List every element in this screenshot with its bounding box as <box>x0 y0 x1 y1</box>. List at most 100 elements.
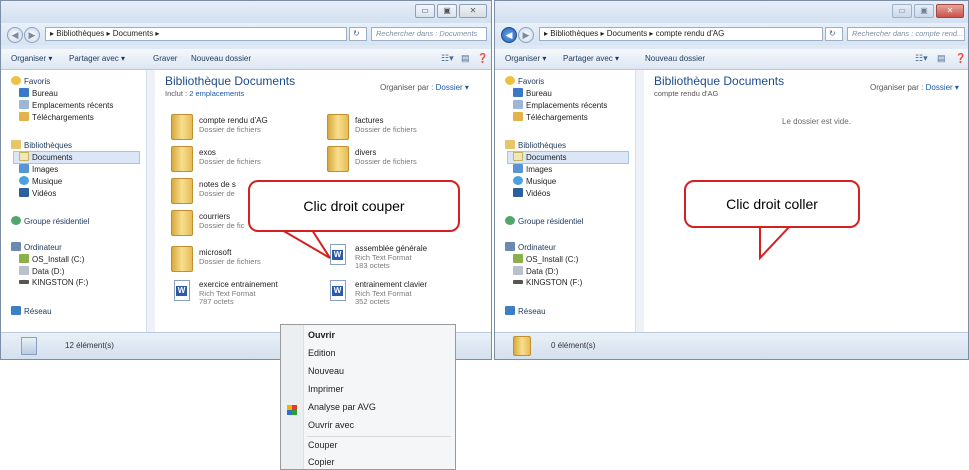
list-item-folder[interactable]: divers Dossier de fichiers <box>327 146 477 174</box>
back-icon[interactable]: ◀ <box>7 27 23 43</box>
nav-desktop[interactable]: Bureau <box>513 88 552 98</box>
videos-icon <box>19 188 29 197</box>
current-folder-label: compte rendu d'AG <box>654 89 719 98</box>
breadcrumb: ▸ Bibliothèques ▸ Documents ▸ compte ren… <box>544 29 725 38</box>
new-folder-button[interactable]: Nouveau dossier <box>191 54 251 63</box>
nav-scrollbar[interactable] <box>146 70 155 333</box>
folder-icon <box>171 146 193 172</box>
folder-icon <box>171 246 193 272</box>
nav-videos[interactable]: Vidéos <box>513 188 550 198</box>
folder-icon <box>171 210 193 236</box>
nav-music[interactable]: Musique <box>19 176 62 186</box>
nav-homegroup[interactable]: Groupe résidentiel <box>11 216 89 226</box>
list-item-document[interactable]: exercice entrainement Rich Text Format 7… <box>171 278 321 306</box>
nav-drive-c[interactable]: OS_Install (C:) <box>19 254 84 264</box>
address-field[interactable]: ▸ Bibliothèques ▸ Documents ▸ compte ren… <box>539 27 823 41</box>
close-button[interactable]: ✕ <box>459 4 487 18</box>
organise-menu[interactable]: Organiser ▾ <box>11 54 52 63</box>
nav-libraries[interactable]: Bibliothèques <box>11 140 72 150</box>
music-icon <box>513 176 523 185</box>
usb-drive-icon <box>19 280 29 284</box>
nav-images[interactable]: Images <box>513 164 552 174</box>
menu-item-avg-scan[interactable]: Analyse par AVG <box>308 402 376 412</box>
drive-icon <box>19 266 29 275</box>
nav-downloads[interactable]: Téléchargements <box>513 112 588 122</box>
minimize-button[interactable]: ▭ <box>892 4 912 18</box>
nav-network[interactable]: Réseau <box>11 306 52 316</box>
locations-link[interactable]: 2 emplacements <box>189 89 244 98</box>
nav-drive-c[interactable]: OS_Install (C:) <box>513 254 578 264</box>
burn-button[interactable]: Graver <box>153 54 177 63</box>
refresh-icon[interactable]: ↻ <box>349 27 367 41</box>
arrange-by-dropdown[interactable]: Dossier ▾ <box>926 83 959 92</box>
close-button[interactable]: ✕ <box>936 4 964 18</box>
nav-documents[interactable]: Documents <box>19 152 72 162</box>
details-pane: 0 élément(s) <box>495 332 968 359</box>
maximize-button[interactable]: ▣ <box>914 4 934 18</box>
menu-item-print[interactable]: Imprimer <box>308 384 344 394</box>
address-field[interactable]: ▸ Bibliothèques ▸ Documents ▸ <box>45 27 347 41</box>
nav-favorites[interactable]: Favoris <box>505 76 544 86</box>
videos-icon <box>513 188 523 197</box>
view-options-icon[interactable]: ☷▾ <box>441 53 454 64</box>
nav-drive-f[interactable]: KINGSTON (F:) <box>19 278 88 287</box>
nav-homegroup[interactable]: Groupe résidentiel <box>505 216 583 226</box>
nav-computer[interactable]: Ordinateur <box>11 242 62 252</box>
nav-drive-f[interactable]: KINGSTON (F:) <box>513 278 582 287</box>
images-icon <box>19 164 29 173</box>
nav-drive-d[interactable]: Data (D:) <box>513 266 558 276</box>
search-input[interactable]: Rechercher dans : Documents <box>371 27 487 41</box>
forward-icon[interactable]: ▶ <box>518 27 534 43</box>
minimize-button[interactable]: ▭ <box>415 4 435 18</box>
list-item-folder[interactable]: microsoft Dossier de fichiers <box>171 246 321 274</box>
menu-item-new[interactable]: Nouveau <box>308 366 344 376</box>
nav-images[interactable]: Images <box>19 164 58 174</box>
nav-favorites[interactable]: Favoris <box>11 76 50 86</box>
nav-desktop[interactable]: Bureau <box>19 88 58 98</box>
new-folder-button[interactable]: Nouveau dossier <box>645 54 705 63</box>
preview-pane-icon[interactable]: ▤ <box>461 53 470 64</box>
view-options-icon[interactable]: ☷▾ <box>915 53 928 64</box>
nav-recent-places[interactable]: Emplacements récents <box>19 100 113 110</box>
navigation-pane: Favoris Bureau Emplacements récents Télé… <box>495 70 636 333</box>
menu-item-open[interactable]: Ouvrir <box>308 330 335 340</box>
help-icon[interactable]: ❓ <box>955 53 966 64</box>
forward-icon[interactable]: ▶ <box>24 27 40 43</box>
list-item-folder[interactable]: compte rendu d'AG Dossier de fichiers <box>171 114 321 142</box>
nav-network[interactable]: Réseau <box>505 306 546 316</box>
nav-drive-d[interactable]: Data (D:) <box>19 266 64 276</box>
back-icon[interactable]: ◀ <box>501 27 517 43</box>
help-icon[interactable]: ❓ <box>477 53 488 64</box>
list-item-document[interactable]: entrainement clavier Rich Text Format 35… <box>327 278 477 306</box>
refresh-icon[interactable]: ↻ <box>825 27 843 41</box>
rtf-document-icon <box>330 244 346 265</box>
share-menu[interactable]: Partager avec ▾ <box>69 54 125 63</box>
nav-documents[interactable]: Documents <box>513 152 566 162</box>
nav-computer[interactable]: Ordinateur <box>505 242 556 252</box>
menu-item-cut[interactable]: Couper <box>308 440 338 450</box>
network-icon <box>505 306 515 315</box>
organise-menu[interactable]: Organiser ▾ <box>505 54 546 63</box>
downloads-icon <box>513 112 523 121</box>
nav-recent-places[interactable]: Emplacements récents <box>513 100 607 110</box>
search-input[interactable]: Rechercher dans : compte rend... <box>847 27 965 41</box>
music-icon <box>19 176 29 185</box>
nav-libraries[interactable]: Bibliothèques <box>505 140 566 150</box>
list-item-document[interactable]: assemblée générale Rich Text Format 183 … <box>327 242 477 270</box>
menu-item-open-with[interactable]: Ouvrir avec <box>308 420 354 430</box>
arrange-by-dropdown[interactable]: Dossier ▾ <box>436 83 469 92</box>
nav-downloads[interactable]: Téléchargements <box>19 112 94 122</box>
callout-cut: Clic droit couper <box>248 180 460 232</box>
menu-item-edit[interactable]: Edition <box>308 348 336 358</box>
library-title: Bibliothèque Documents <box>165 74 296 88</box>
usb-drive-icon <box>513 280 523 284</box>
nav-music[interactable]: Musique <box>513 176 556 186</box>
share-menu[interactable]: Partager avec ▾ <box>563 54 619 63</box>
list-item-folder[interactable]: factures Dossier de fichiers <box>327 114 477 142</box>
menu-item-copy[interactable]: Copier <box>308 457 335 467</box>
nav-scrollbar[interactable] <box>635 70 644 333</box>
preview-pane-icon[interactable]: ▤ <box>937 53 946 64</box>
nav-videos[interactable]: Vidéos <box>19 188 56 198</box>
maximize-button[interactable]: ▣ <box>437 4 457 18</box>
list-item-folder[interactable]: exos Dossier de fichiers <box>171 146 321 174</box>
